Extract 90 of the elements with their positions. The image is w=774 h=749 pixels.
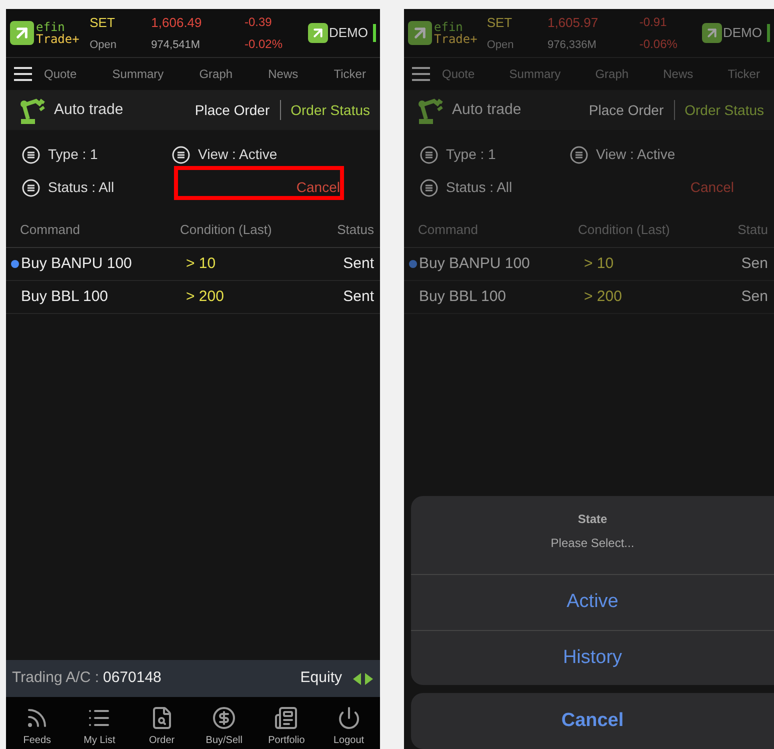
status-selector[interactable]: Status : All [22,177,172,198]
column-header: Status [337,220,374,239]
sheet-title: State [578,511,608,528]
volume: 974,541M [151,38,202,52]
index-value: 1,605.97 [547,14,600,32]
column-header: Condition (Last) [578,220,671,239]
logo-text: Trade+ [36,33,80,45]
account-label: Trading A/C : [12,668,99,688]
section-title: Auto trade [452,100,522,120]
logo-text: efin [36,21,65,33]
order-row[interactable]: Buy BBL 100 > 200 Sent [6,281,380,314]
nav-button[interactable]: My List [70,706,128,748]
order-status: Sent [343,286,374,307]
index-name: SET [486,14,514,32]
section-tab[interactable]: Order Status [290,100,370,120]
list-circle-icon [22,146,40,164]
cancel-link[interactable]: Cancel [296,177,340,198]
list-circle-icon [172,146,190,164]
list-circle-icon [570,146,588,164]
order-command: Buy BBL 100 [21,286,110,307]
dollar-coin-icon [212,706,236,730]
index-change: -0.39 [244,14,273,31]
sheet-option[interactable]: History [411,630,774,685]
nav-button[interactable]: Portfolio [257,706,316,748]
section-tab[interactable]: Place Order [588,100,664,120]
list-circle-icon [420,146,438,164]
session-status: Open [90,38,118,52]
order-row[interactable]: Buy BANPU 100 > 10 Sent [6,248,380,281]
status-bar-indicator [373,24,376,42]
demo-label: DEMO [329,24,368,42]
list-circle-icon [22,178,40,196]
status-bar-indicator [766,24,770,42]
order-condition: > 200 [186,286,225,307]
list-circle-icon [420,178,438,196]
order-condition: > 10 [186,254,217,274]
change-percent: -0.02% [244,36,284,53]
menu-icon[interactable] [14,67,32,81]
logo-text: efin [434,21,463,33]
order-status: Sent [343,254,374,274]
logo-icon [408,21,432,45]
session-status: Open [486,38,515,52]
nav-button[interactable]: Logout [320,706,378,748]
menu-tab[interactable]: Quote [44,65,77,83]
index-name: SET [90,14,116,32]
menu-tab[interactable]: Summary [112,65,164,83]
sheet-option[interactable]: Active [411,575,774,630]
nav-button[interactable]: Order [132,706,191,748]
column-header: Condition (Last) [180,220,273,239]
menu-tab[interactable]: Graph [199,65,233,83]
section-tab[interactable]: Place Order [194,100,270,120]
section-tab[interactable]: Order Status [684,100,764,120]
logo-icon [308,23,328,43]
demo-label: DEMO [722,24,762,42]
view-selector[interactable]: View : Active [570,144,758,165]
sheet-cancel-button[interactable]: Cancel [411,693,774,749]
menu-tab[interactable]: News [268,65,298,83]
sheet-message: Please Select... [550,535,634,552]
left-right-arrows-icon[interactable] [352,672,374,686]
order-row[interactable]: Buy BANPU 100 > 10 Sen [404,248,774,281]
index-change: -0.91 [639,14,668,31]
change-percent: -0.06% [639,36,678,53]
menu-tab[interactable]: Ticker [334,65,366,83]
column-header: Command [20,220,81,239]
logo-icon [10,21,34,45]
type-selector[interactable]: Type : 1 [22,144,172,165]
column-header: Command [418,220,479,239]
section-title: Auto trade [54,100,124,120]
order-status: Sen [741,286,768,307]
logo-text: Trade+ [434,33,478,45]
order-status: Sen [741,254,768,274]
power-icon [336,706,361,730]
newspaper-icon [274,706,298,730]
column-header: Statu [738,220,768,239]
view-selector[interactable]: View : Active [172,144,364,165]
volume: 976,336M [547,38,598,52]
market-label: Equity [300,668,342,688]
status-selector[interactable]: Status : All [420,177,570,198]
order-condition: > 200 [584,286,623,307]
index-value: 1,606.49 [151,14,203,32]
order-row[interactable]: Buy BBL 100 > 200 Sen [404,281,774,314]
order-command: Buy BANPU 100 [419,254,531,274]
order-command: Buy BBL 100 [419,286,508,307]
type-selector[interactable]: Type : 1 [420,144,570,165]
nav-button[interactable]: Buy/Sell [195,706,254,748]
order-command: Buy BANPU 100 [21,254,133,274]
nav-button[interactable]: Feeds [8,706,66,748]
logo-icon [702,23,722,43]
order-condition: > 10 [584,254,615,274]
menu-icon[interactable] [412,67,430,81]
account-number: 0670148 [102,668,162,688]
